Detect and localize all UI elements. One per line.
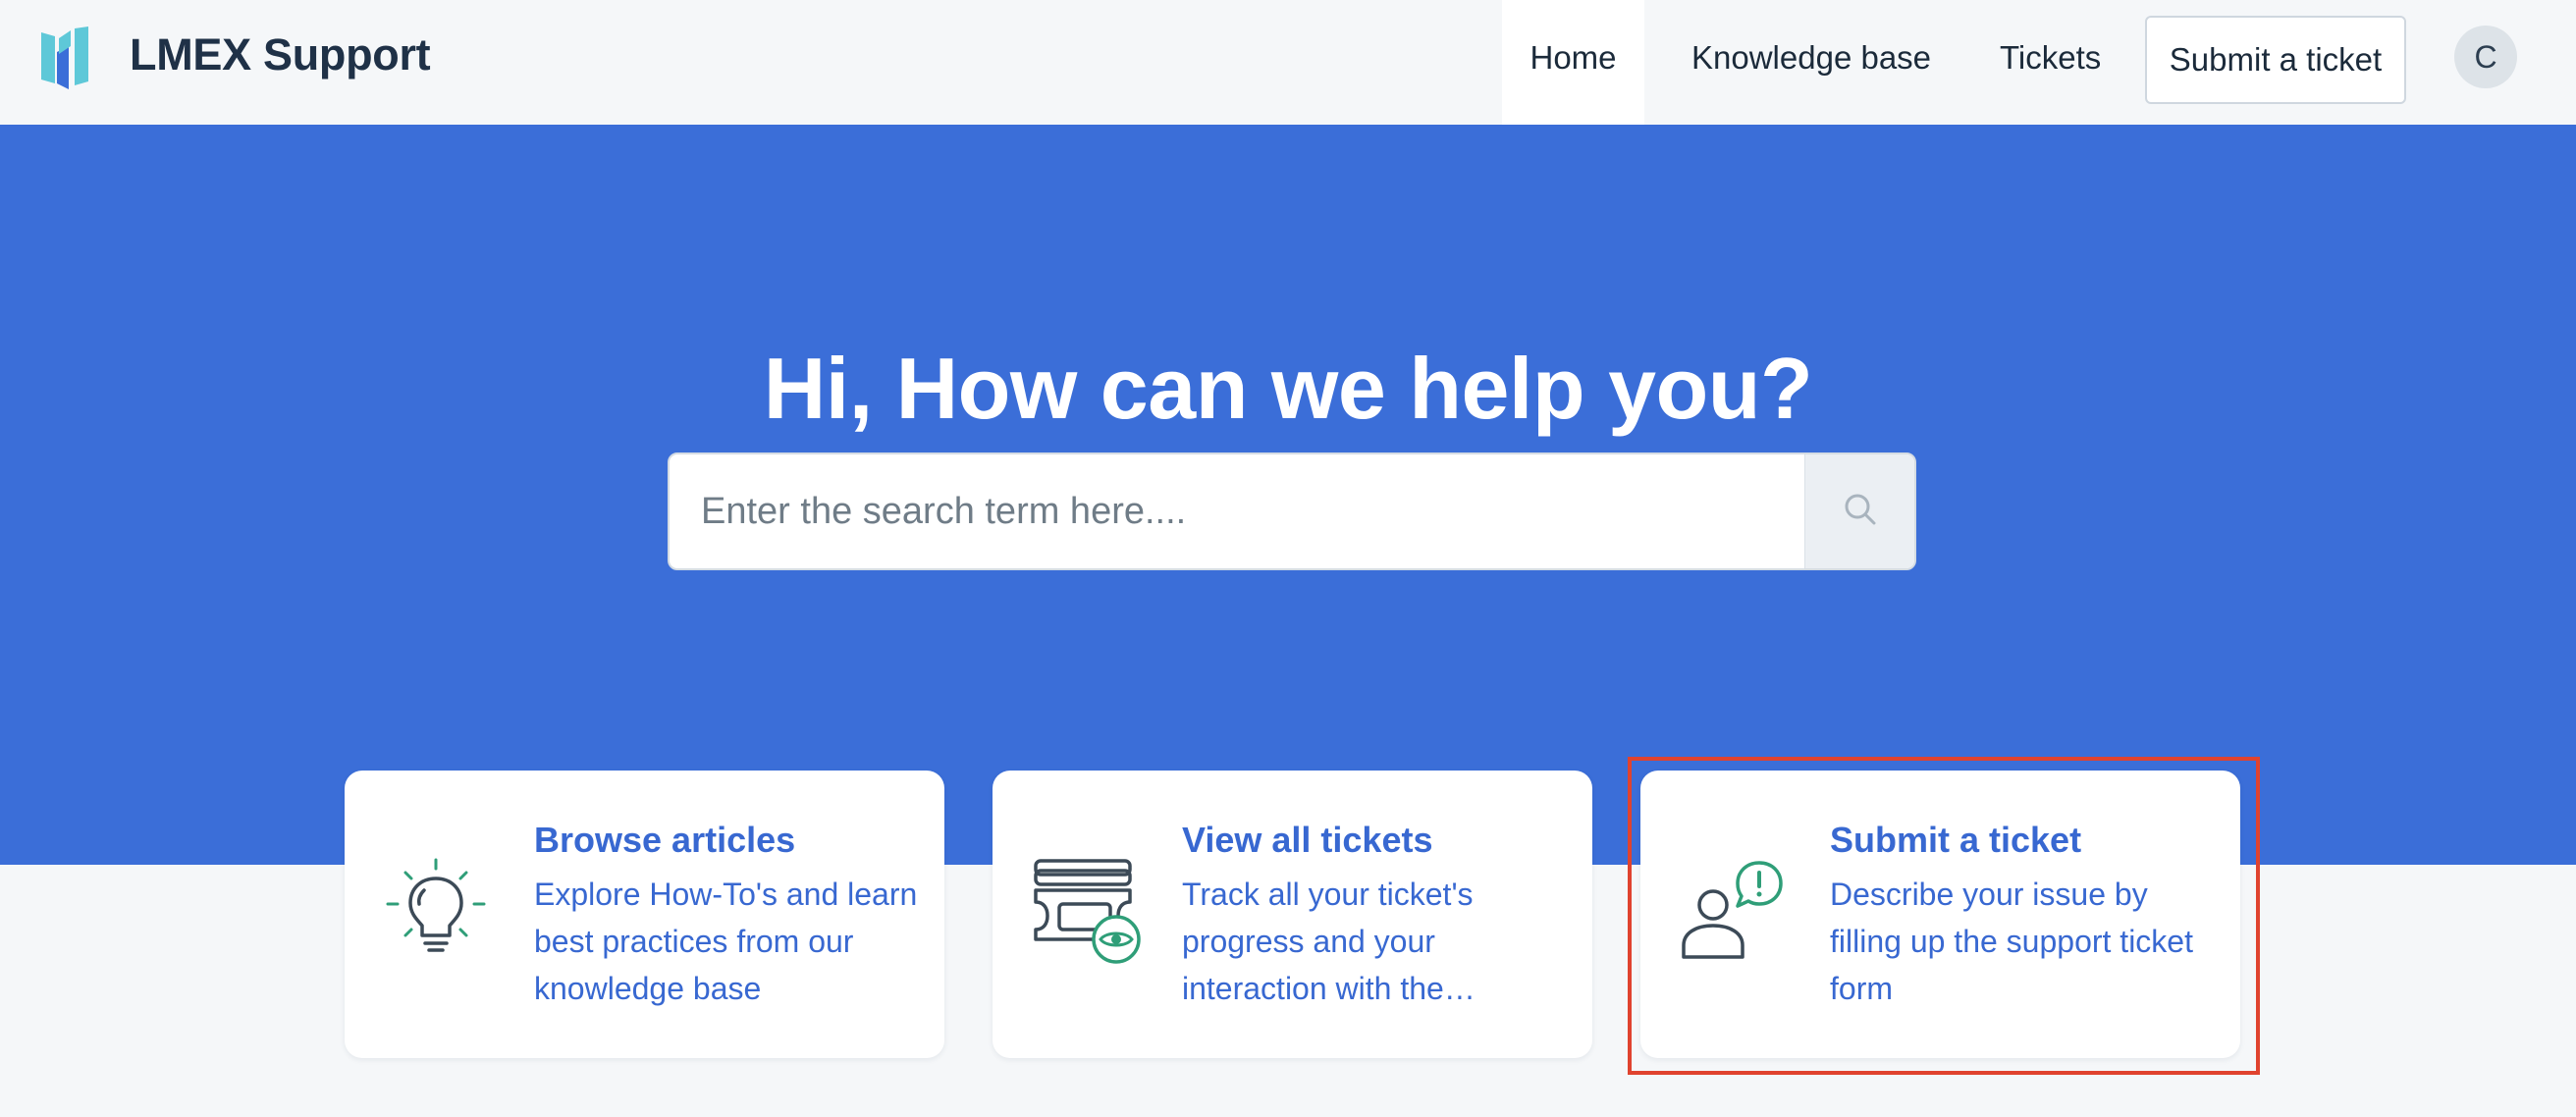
ticket-view-icon — [1030, 855, 1142, 967]
search-button[interactable] — [1804, 454, 1914, 568]
search-bar — [668, 452, 1916, 570]
card-description: Track all your ticket's progress and you… — [1182, 877, 1476, 1006]
highlight-box — [1628, 757, 2260, 1075]
search-icon — [1842, 491, 1879, 533]
card-title[interactable]: View all tickets — [1182, 820, 1432, 861]
search-input[interactable] — [670, 454, 1806, 568]
card-description: Explore How-To's and learn best practice… — [534, 877, 918, 1006]
top-header: LMEX Support Home Knowledge base Tickets… — [0, 0, 2576, 125]
submit-ticket-button[interactable]: Submit a ticket — [2145, 16, 2406, 104]
nav-tickets[interactable]: Tickets — [2000, 0, 2101, 125]
card-title[interactable]: Browse articles — [534, 820, 795, 861]
hero-title: Hi, How can we help you? — [763, 340, 1813, 437]
nav-home[interactable]: Home — [1502, 0, 1644, 125]
lightbulb-icon — [382, 855, 494, 967]
brand-name[interactable]: LMEX Support — [130, 29, 431, 80]
browse-articles-card[interactable]: Browse articles Explore How-To's and lea… — [345, 771, 944, 1058]
view-all-tickets-card[interactable]: View all tickets Track all your ticket's… — [993, 771, 1592, 1058]
nav-knowledge-base[interactable]: Knowledge base — [1691, 0, 1931, 125]
lmex-logo-icon[interactable] — [41, 27, 90, 89]
user-avatar[interactable]: C — [2454, 26, 2517, 88]
